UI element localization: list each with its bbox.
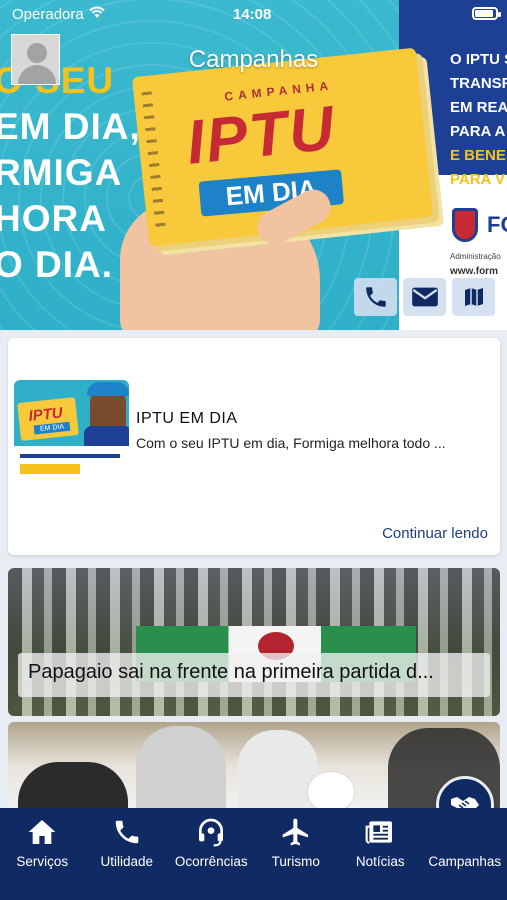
page-title: Campanhas — [188, 46, 319, 73]
news-thumbnail: IPTU EM DIA — [14, 380, 129, 482]
continue-reading-link[interactable]: Continuar lendo — [382, 525, 488, 542]
city-url: www.form — [450, 266, 498, 277]
status-bar: Operadora 14:08 — [0, 0, 507, 28]
home-icon — [28, 820, 56, 844]
map-button[interactable] — [452, 278, 495, 316]
carrier-label: Operadora — [12, 6, 84, 23]
news-photo-caption: Papagaio sai na frente na primeira parti… — [18, 653, 490, 697]
tab-campanhas[interactable]: Campanhas — [423, 808, 507, 900]
news-photo-card[interactable]: Papagaio sai na frente na primeira parti… — [8, 568, 500, 716]
news-title: IPTU EM DIA — [136, 410, 238, 427]
map-icon — [464, 288, 483, 306]
bottom-tab-bar: Serviços Utilidade Ocorrências Turismo N… — [0, 808, 507, 900]
city-crest-logo — [452, 208, 478, 242]
phone-icon — [365, 287, 386, 307]
tab-utilidade[interactable]: Utilidade — [85, 808, 170, 900]
tab-noticias[interactable]: Notícias — [338, 808, 423, 900]
news-photo-card[interactable] — [8, 722, 500, 812]
news-excerpt: Com o seu IPTU em dia, Formiga melhora t… — [136, 435, 446, 451]
tab-turismo[interactable]: Turismo — [254, 808, 339, 900]
battery-icon — [472, 7, 501, 20]
headset-icon — [199, 818, 224, 847]
city-name: FO — [487, 212, 507, 237]
phone-button[interactable] — [354, 278, 397, 316]
contact-actions — [354, 278, 495, 316]
administration-label: Administração — [450, 252, 501, 261]
wifi-icon — [88, 5, 106, 23]
phone-icon — [115, 820, 138, 844]
newspaper-icon — [365, 821, 393, 844]
clock: 14:08 — [233, 6, 272, 23]
mail-icon — [411, 287, 438, 307]
tab-servicos[interactable]: Serviços — [0, 808, 85, 900]
handshake-icon — [449, 816, 481, 848]
airplane-icon — [282, 818, 308, 846]
mail-button[interactable] — [403, 278, 446, 316]
tab-ocorrencias[interactable]: Ocorrências — [169, 808, 254, 900]
news-card[interactable]: IPTU EM DIA IPTU EM DIA Com o seu IPTU e… — [8, 338, 500, 555]
